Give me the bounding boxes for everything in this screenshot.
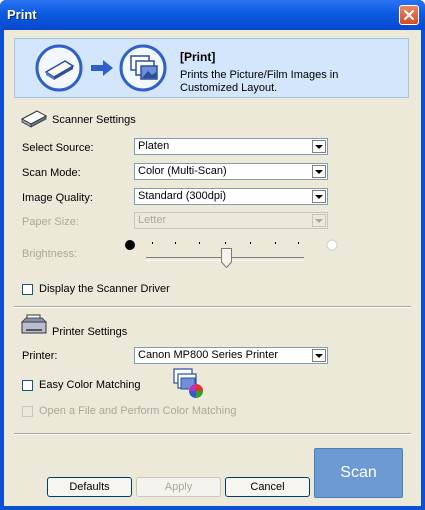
image-quality-label: Image Quality: — [22, 192, 93, 204]
chevron-down-icon[interactable] — [312, 165, 326, 178]
paper-size-value: Letter — [138, 214, 167, 226]
chevron-down-icon — [312, 214, 326, 227]
slider-tick — [199, 242, 200, 244]
slider-tick — [175, 242, 176, 244]
easy-color-matching-checkbox[interactable] — [22, 380, 33, 391]
section-divider — [14, 306, 411, 308]
chevron-down-icon[interactable] — [312, 140, 326, 153]
brightness-label: Brightness: — [22, 248, 78, 260]
open-file-color-matching-checkbox — [22, 406, 33, 417]
close-icon — [403, 9, 415, 21]
paper-size-label: Paper Size: — [22, 216, 79, 228]
defaults-button[interactable]: Defaults — [47, 477, 132, 497]
close-button[interactable] — [399, 5, 419, 25]
chevron-down-icon[interactable] — [312, 190, 326, 203]
window-title: Print — [7, 7, 37, 22]
slider-tick — [250, 242, 251, 244]
printer-icon — [21, 314, 47, 334]
banner-description: Prints the Picture/Film Images in Custom… — [180, 69, 339, 94]
scan-mode-value: Color (Multi-Scan) — [138, 165, 227, 177]
banner-title: [Print] — [180, 50, 216, 64]
arrow-right-icon — [91, 60, 113, 76]
image-quality-value: Standard (300dpi) — [138, 190, 227, 202]
scan-button[interactable]: Scan — [314, 448, 403, 498]
print-dialog: Print [Print] Prints the Picture/Film Im… — [0, 0, 425, 510]
apply-button: Apply — [136, 477, 221, 497]
display-scanner-driver-label[interactable]: Display the Scanner Driver — [39, 283, 170, 295]
slider-tick — [152, 242, 153, 244]
easy-color-matching-label[interactable]: Easy Color Matching — [39, 379, 141, 391]
scan-mode-label: Scan Mode: — [22, 167, 81, 179]
light-brightness-icon — [326, 239, 338, 251]
scanner-circle-icon — [35, 44, 83, 92]
slider-thumb[interactable] — [221, 248, 232, 268]
printer-value: Canon MP800 Series Printer — [138, 349, 279, 361]
select-source-label: Select Source: — [22, 142, 94, 154]
dark-brightness-icon — [125, 240, 135, 250]
display-scanner-driver-checkbox[interactable] — [22, 284, 33, 295]
dialog-body: [Print] Prints the Picture/Film Images i… — [4, 30, 421, 506]
scan-mode-dropdown[interactable]: Color (Multi-Scan) — [134, 163, 328, 180]
scanner-settings-heading: Scanner Settings — [52, 114, 136, 126]
slider-tick — [225, 242, 226, 244]
printer-settings-heading: Printer Settings — [52, 326, 128, 338]
scanner-icon — [20, 110, 48, 128]
section-divider — [14, 433, 411, 435]
printer-label: Printer: — [22, 350, 58, 362]
title-bar[interactable]: Print — [0, 0, 425, 30]
printer-dropdown[interactable]: Canon MP800 Series Printer — [134, 347, 328, 364]
select-source-value: Platen — [138, 140, 170, 152]
header-banner: [Print] Prints the Picture/Film Images i… — [14, 38, 409, 98]
paper-size-dropdown: Letter — [134, 212, 328, 229]
image-quality-dropdown[interactable]: Standard (300dpi) — [134, 188, 328, 205]
open-file-color-matching-label: Open a File and Perform Color Matching — [39, 405, 237, 417]
photos-circle-icon — [119, 44, 167, 92]
chevron-down-icon[interactable] — [312, 349, 326, 362]
slider-tick — [298, 242, 299, 244]
select-source-dropdown[interactable]: Platen — [134, 138, 328, 155]
color-matching-icon — [173, 368, 203, 398]
slider-tick — [275, 242, 276, 244]
cancel-button[interactable]: Cancel — [225, 477, 310, 497]
